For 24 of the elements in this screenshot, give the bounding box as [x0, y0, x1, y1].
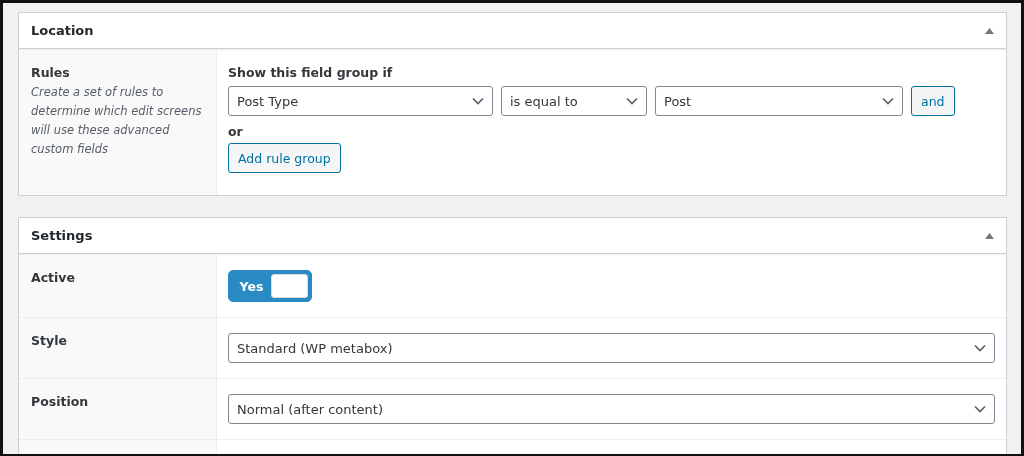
toggle-switch[interactable]: Yes — [228, 270, 312, 302]
field-instructions: Create a set of rules to determine which edit screens will use these advanced custom fields — [31, 84, 203, 158]
chevron-down-icon — [472, 97, 484, 105]
add-rule-group-button[interactable]: Add rule group — [228, 143, 341, 173]
panel-title: Settings — [31, 228, 93, 243]
chevron-down-icon — [882, 97, 894, 105]
rule-select[interactable]: Post Type — [228, 86, 493, 116]
panel-title: Location — [31, 23, 94, 38]
field-label: Style — [31, 333, 68, 348]
field-label: Rules — [31, 65, 71, 80]
field-label: Active — [31, 270, 76, 285]
chevron-down-icon — [974, 405, 986, 413]
select-field[interactable]: Normal (after content) — [228, 394, 995, 424]
rule-select[interactable]: Post — [655, 86, 903, 116]
field-label: Position — [31, 394, 90, 409]
or-label: or — [228, 124, 243, 139]
chevron-down-icon — [974, 344, 986, 352]
and-button[interactable]: and — [911, 86, 955, 116]
chevron-down-icon — [626, 97, 638, 105]
rule-select[interactable]: is equal to — [501, 86, 647, 116]
collapse-arrow-icon[interactable] — [985, 232, 994, 239]
condition-label: Show this field group if — [228, 65, 393, 80]
collapse-arrow-icon[interactable] — [985, 27, 994, 34]
select-field[interactable]: Standard (WP metabox) — [228, 333, 995, 363]
